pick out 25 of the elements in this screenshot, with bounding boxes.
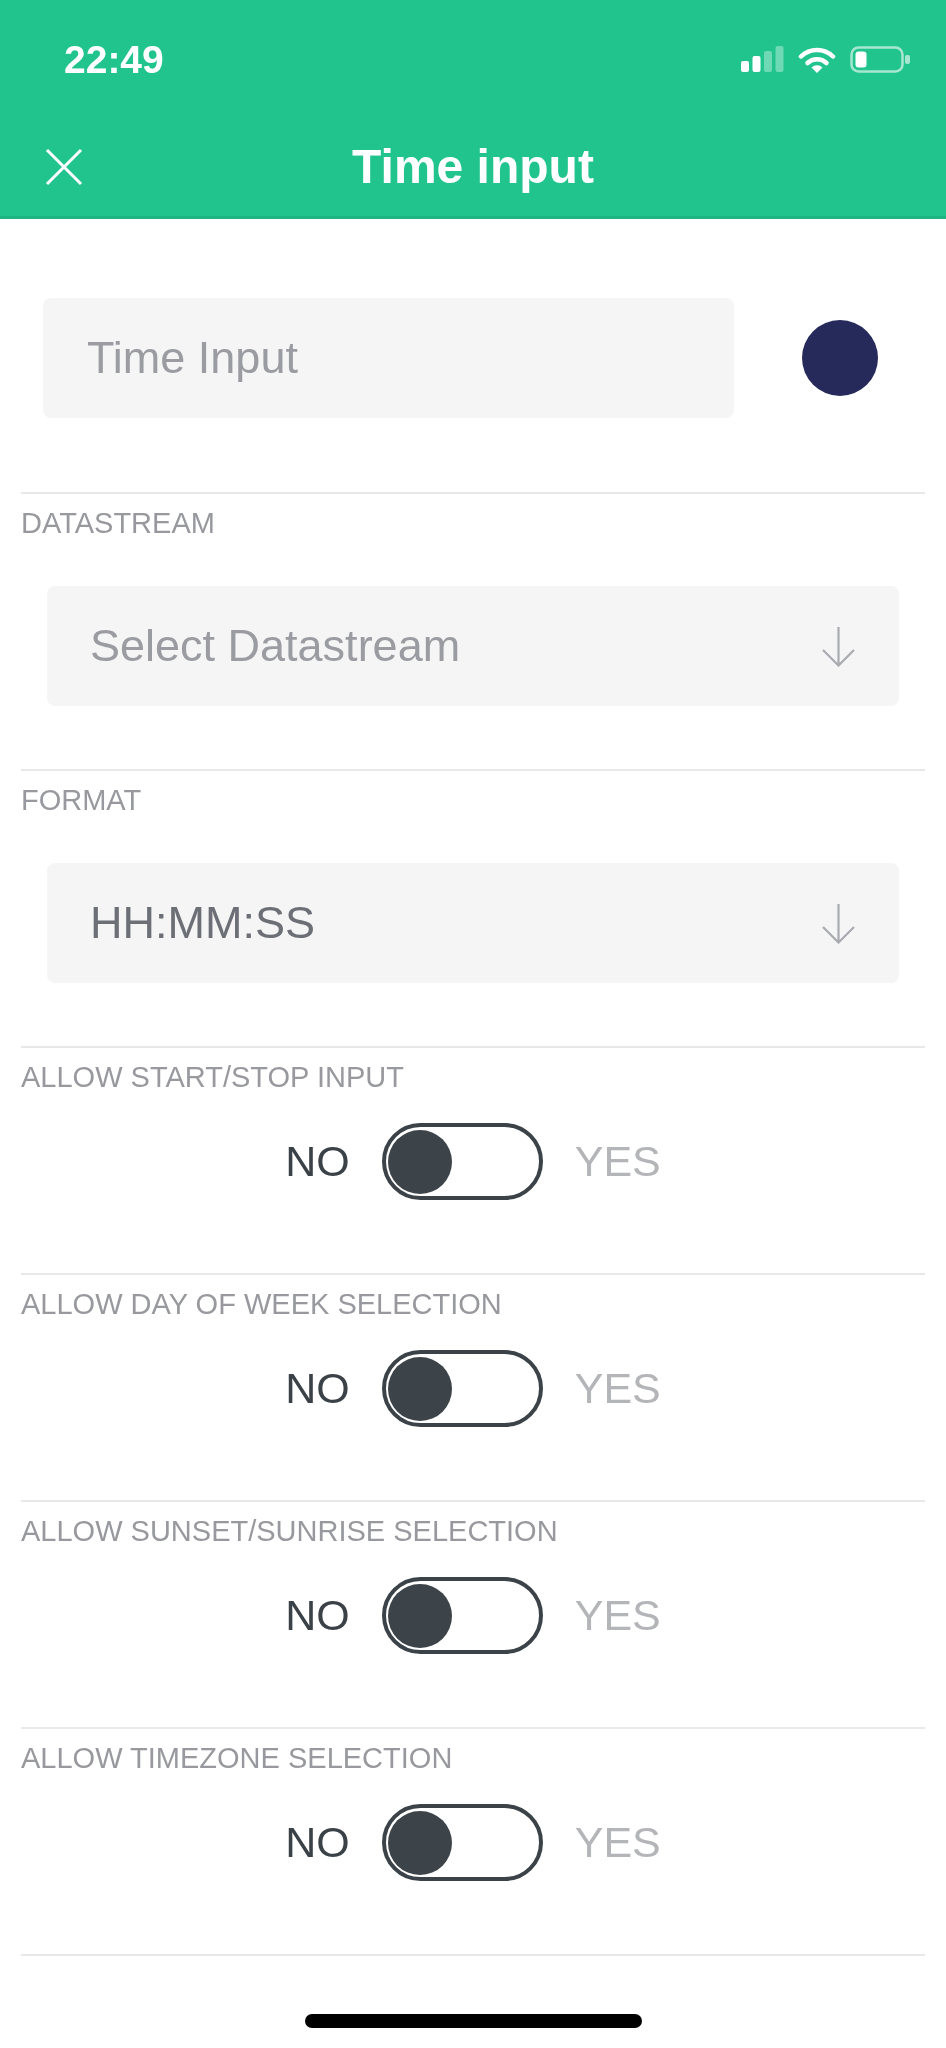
toggle-on-label: YES xyxy=(574,1591,661,1640)
wifi-icon xyxy=(798,45,836,73)
dropdown-field[interactable]: HH:MM:SS xyxy=(47,863,899,983)
toggle-on-label: YES xyxy=(574,1137,661,1186)
screen-title: Time input xyxy=(352,140,594,194)
section-label: ALLOW TIMEZONE SELECTION xyxy=(20,1741,454,1776)
dropdown-field[interactable]: Select Datastream xyxy=(47,586,899,706)
toggle-on-label: YES xyxy=(574,1364,661,1413)
color-swatch-icon[interactable] xyxy=(802,320,878,396)
toggle-off-label: NO xyxy=(285,1818,350,1867)
signal-icon xyxy=(741,46,784,72)
section-label: ALLOW START/STOP INPUT xyxy=(20,1060,405,1095)
toggle-on-label: YES xyxy=(574,1818,661,1867)
down-arrow-icon xyxy=(821,625,856,667)
section-label: DATASTREAM xyxy=(20,506,216,541)
section-label: ALLOW SUNSET/SUNRISE SELECTION xyxy=(20,1514,559,1549)
section-label: FORMAT xyxy=(20,783,143,818)
name-field[interactable]: Time Input xyxy=(43,298,734,418)
toggle-off-label: NO xyxy=(285,1364,350,1413)
section-label: ALLOW DAY OF WEEK SELECTION xyxy=(20,1287,503,1322)
toggle-off-label: NO xyxy=(285,1591,350,1640)
battery-icon xyxy=(850,45,910,73)
status-time: 22:49 xyxy=(64,39,164,79)
down-arrow-icon xyxy=(821,902,856,944)
toggle-off-label: NO xyxy=(285,1137,350,1186)
